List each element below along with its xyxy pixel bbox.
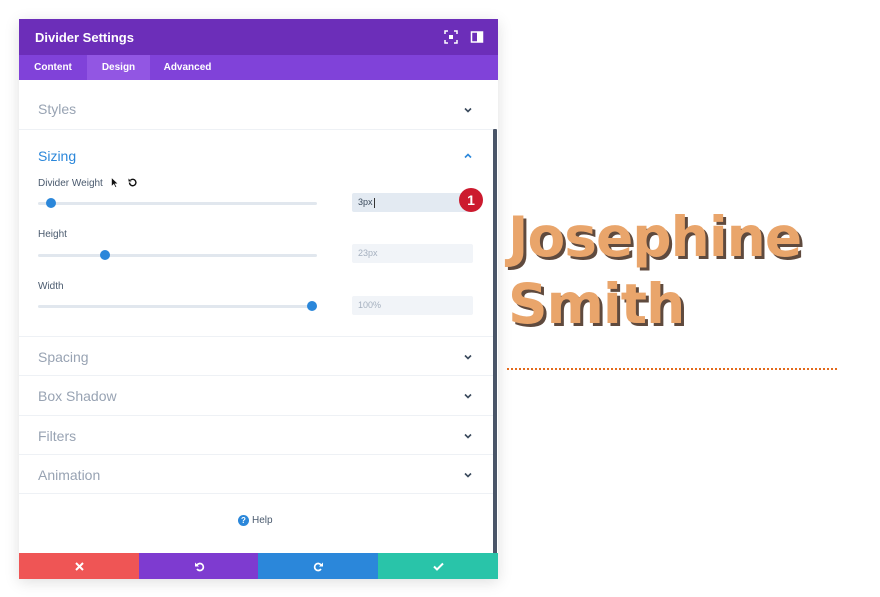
divider-weight-slider-handle[interactable] xyxy=(46,198,56,208)
divider-weight-slider[interactable] xyxy=(38,202,317,205)
section-sizing: Sizing Divider Weight 3px Height 23px Wi xyxy=(19,130,493,337)
section-filters[interactable]: Filters xyxy=(19,416,493,455)
save-button[interactable] xyxy=(378,553,498,579)
preview-divider xyxy=(507,368,837,370)
undo-button[interactable] xyxy=(139,553,259,579)
section-styles-label: Styles xyxy=(38,101,77,117)
height-slider[interactable] xyxy=(38,254,317,257)
tab-content[interactable]: Content xyxy=(19,55,87,80)
chevron-down-icon[interactable] xyxy=(462,469,474,481)
section-sizing-label[interactable]: Sizing xyxy=(38,148,76,164)
divider-weight-value: 3px xyxy=(358,197,373,207)
section-spacing-label: Spacing xyxy=(38,349,89,365)
panel-body: Styles Sizing Divider Weight 3px Height … xyxy=(19,80,498,555)
panel-header: Divider Settings xyxy=(19,19,498,55)
preview-name-line1: Josephine xyxy=(508,205,802,269)
help-link[interactable]: ? Help xyxy=(238,515,273,526)
panel-footer xyxy=(19,553,498,579)
width-slider[interactable] xyxy=(38,305,317,308)
section-box-shadow[interactable]: Box Shadow xyxy=(19,376,493,416)
height-label: Height xyxy=(38,229,67,240)
tab-advanced[interactable]: Advanced xyxy=(150,55,225,80)
section-filters-label: Filters xyxy=(38,428,77,444)
redo-icon xyxy=(313,562,323,571)
tab-design[interactable]: Design xyxy=(87,55,150,80)
panel-scrollbar[interactable] xyxy=(493,129,497,555)
close-icon xyxy=(74,561,84,571)
sidebar-toggle-icon[interactable] xyxy=(470,30,484,44)
checkmark-icon xyxy=(432,562,444,571)
chevron-down-icon[interactable] xyxy=(462,390,474,402)
text-caret xyxy=(373,197,375,208)
chevron-down-icon[interactable] xyxy=(462,351,474,363)
preview-name-line2: Smith xyxy=(508,272,685,336)
redo-button[interactable] xyxy=(258,553,378,579)
divider-weight-label: Divider Weight xyxy=(38,178,103,189)
divider-weight-input[interactable]: 3px xyxy=(352,193,473,212)
panel-title: Divider Settings xyxy=(35,30,134,45)
section-animation-label: Animation xyxy=(38,467,101,483)
cancel-button[interactable] xyxy=(19,553,139,579)
tab-bar: Content Design Advanced xyxy=(19,55,498,80)
undo-icon xyxy=(194,562,204,571)
chevron-up-icon[interactable] xyxy=(462,150,474,162)
chevron-down-icon[interactable] xyxy=(462,430,474,442)
expand-icon[interactable] xyxy=(444,30,458,44)
help-label: Help xyxy=(252,515,273,527)
width-input[interactable]: 100% xyxy=(352,296,473,315)
section-animation[interactable]: Animation xyxy=(19,455,493,494)
section-styles[interactable]: Styles xyxy=(19,90,493,130)
divider-settings-panel: Divider Settings Content Design Advanced… xyxy=(19,19,498,579)
annotation-badge: 1 xyxy=(459,188,483,212)
chevron-down-icon[interactable] xyxy=(462,104,474,116)
reset-icon[interactable] xyxy=(127,177,138,188)
width-slider-handle[interactable] xyxy=(307,301,317,311)
height-slider-handle[interactable] xyxy=(100,250,110,260)
section-spacing[interactable]: Spacing xyxy=(19,337,493,376)
help-icon: ? xyxy=(238,515,249,526)
width-label: Width xyxy=(38,281,64,292)
mouse-cursor-icon xyxy=(111,177,119,188)
height-input[interactable]: 23px xyxy=(352,244,473,263)
section-box-shadow-label: Box Shadow xyxy=(38,388,117,404)
